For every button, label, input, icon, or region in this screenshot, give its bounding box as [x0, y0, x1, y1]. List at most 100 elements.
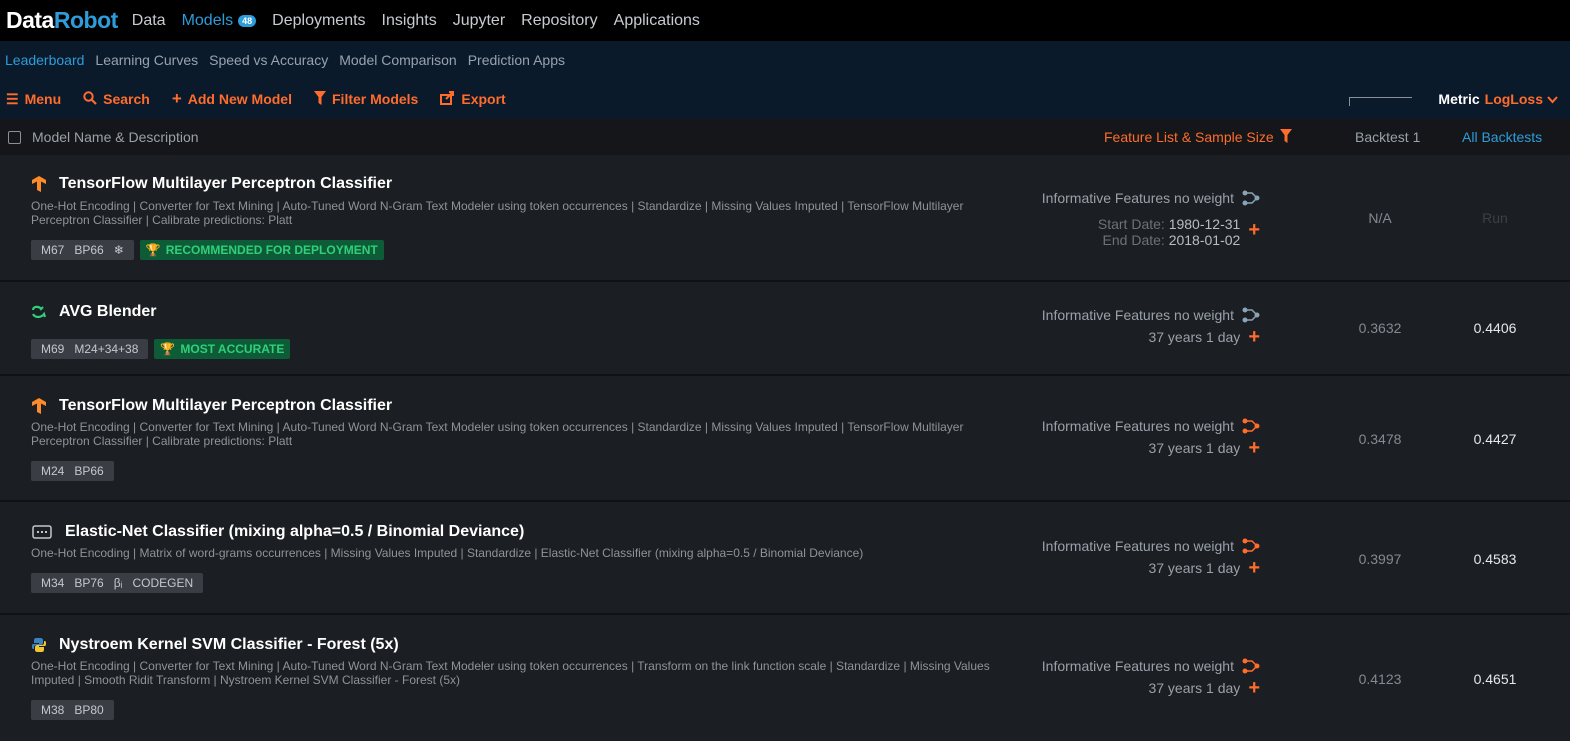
- trophy-icon: 🏆: [160, 342, 176, 356]
- blueprint-id-tag: BP66: [74, 464, 104, 478]
- coefficients-icon: βᵢ: [113, 576, 123, 590]
- feature-list-cell: Informative Features no weight 37 years …: [1041, 418, 1260, 458]
- model-tags: M67 BP66 ❄ 🏆 RECOMMENDED FOR DEPLOYMENT: [31, 240, 384, 260]
- feature-list-name: Informative Features no weight: [1041, 418, 1234, 434]
- blender-icon: [31, 304, 47, 320]
- column-model-name[interactable]: Model Name & Description: [32, 129, 199, 145]
- blended-models-tag: M24+34+38: [74, 342, 139, 356]
- add-new-model-label: Add New Model: [187, 91, 292, 107]
- column-feature-list[interactable]: Feature List & Sample Size: [1104, 128, 1292, 146]
- award-label: MOST ACCURATE: [180, 342, 285, 356]
- export-button[interactable]: Export: [440, 90, 506, 108]
- feature-list-icon[interactable]: [1242, 307, 1260, 323]
- export-label: Export: [461, 91, 506, 107]
- tensorflow-icon: [31, 398, 47, 414]
- run-all-backtests-button[interactable]: Run: [1455, 210, 1535, 226]
- leaderboard-header: Model Name & Description Feature List & …: [0, 119, 1570, 155]
- nav-repository[interactable]: Repository: [521, 12, 597, 30]
- metric-value: LogLoss: [1484, 91, 1543, 107]
- nav-deployments[interactable]: Deployments: [272, 12, 365, 30]
- model-title-text: Nystroem Kernel SVM Classifier - Forest …: [59, 636, 399, 653]
- filter-models-label: Filter Models: [332, 91, 419, 107]
- feature-list-icon[interactable]: [1242, 190, 1260, 206]
- feature-list-name: Informative Features no weight: [1041, 190, 1234, 206]
- top-navigation: DataRobot Data Models 48 Deployments Insi…: [0, 0, 1570, 41]
- model-description: One-Hot Encoding | Matrix of word-grams …: [31, 546, 864, 560]
- nav-data[interactable]: Data: [132, 12, 166, 30]
- sample-size: 37 years 1 day: [1148, 560, 1241, 576]
- backtest-1-score: 0.3997: [1358, 551, 1402, 567]
- datarobot-logo[interactable]: DataRobot: [6, 7, 118, 34]
- model-row[interactable]: Elastic-Net Classifier (mixing alpha=0.5…: [0, 502, 1570, 615]
- menu-button[interactable]: ☰ Menu: [6, 91, 61, 108]
- filter-models-button[interactable]: Filter Models: [314, 90, 419, 108]
- model-row[interactable]: Nystroem Kernel SVM Classifier - Forest …: [0, 615, 1570, 741]
- nav-insights[interactable]: Insights: [382, 12, 437, 30]
- nav-insights-label: Insights: [381, 11, 437, 29]
- nav-models[interactable]: Models 48: [182, 12, 257, 30]
- export-icon: [440, 90, 455, 108]
- model-tags: M69 M24+34+38 🏆 MOST ACCURATE: [31, 339, 291, 359]
- model-tags: M34 BP76 βᵢ CODEGEN: [31, 573, 204, 593]
- blueprint-id-tag: BP80: [74, 703, 104, 717]
- tab-speed-vs-accuracy[interactable]: Speed vs Accuracy: [209, 52, 328, 68]
- tab-model-comparison[interactable]: Model Comparison: [339, 52, 457, 68]
- trophy-icon: 🏆: [145, 243, 161, 257]
- award-label: RECOMMENDED FOR DEPLOYMENT: [165, 243, 378, 257]
- feature-list-icon[interactable]: [1242, 658, 1260, 674]
- nav-models-label: Models: [181, 11, 234, 29]
- elasticnet-icon: [31, 524, 53, 540]
- feature-list-icon[interactable]: [1242, 538, 1260, 554]
- feature-list-name: Informative Features no weight: [1041, 538, 1234, 554]
- model-title[interactable]: TensorFlow Multilayer Perceptron Classif…: [31, 175, 392, 193]
- model-id-tag-group: M69 M24+34+38: [31, 339, 149, 359]
- search-button[interactable]: Search: [83, 90, 150, 108]
- backtest-1-score: 0.4123: [1358, 671, 1402, 687]
- model-title[interactable]: TensorFlow Multilayer Perceptron Classif…: [31, 397, 392, 415]
- feature-list-cell: Informative Features no weight 37 years …: [1042, 658, 1260, 698]
- model-title[interactable]: Nystroem Kernel SVM Classifier - Forest …: [31, 636, 399, 654]
- feature-list-cell: Informative Features no weight 37 years …: [1042, 307, 1260, 347]
- add-sample-icon[interactable]: +: [1248, 438, 1260, 458]
- nav-jupyter[interactable]: Jupyter: [453, 12, 505, 30]
- tensorflow-icon: [31, 176, 47, 192]
- end-date-label: End Date:: [1102, 232, 1165, 248]
- model-tags: M24 BP66: [31, 461, 114, 481]
- tab-prediction-apps[interactable]: Prediction Apps: [468, 52, 565, 68]
- frozen-icon: ❄: [113, 243, 124, 257]
- add-sample-icon[interactable]: +: [1248, 220, 1260, 240]
- feature-list-icon[interactable]: [1242, 418, 1260, 434]
- model-description: One-Hot Encoding | Converter for Text Mi…: [31, 199, 964, 227]
- model-row[interactable]: TensorFlow Multilayer Perceptron Classif…: [0, 155, 1570, 282]
- model-title[interactable]: Elastic-Net Classifier (mixing alpha=0.5…: [31, 523, 524, 541]
- search-icon: [83, 90, 97, 108]
- model-title-text: TensorFlow Multilayer Perceptron Classif…: [59, 397, 393, 414]
- column-all-backtests[interactable]: All Backtests: [1462, 129, 1542, 145]
- add-new-model-button[interactable]: + Add New Model: [172, 89, 292, 109]
- tab-leaderboard[interactable]: Leaderboard: [5, 52, 84, 68]
- backtest-1-score: N/A: [1368, 210, 1392, 226]
- model-description: One-Hot Encoding | Converter for Text Mi…: [31, 420, 964, 448]
- column-backtest-1[interactable]: Backtest 1: [1355, 129, 1420, 145]
- sample-size: 37 years 1 day: [1148, 329, 1241, 345]
- model-row[interactable]: TensorFlow Multilayer Perceptron Classif…: [0, 376, 1570, 502]
- logo-text-data: Data: [6, 7, 54, 33]
- nav-applications[interactable]: Applications: [614, 12, 700, 30]
- chevron-down-icon: [1547, 91, 1558, 107]
- model-row[interactable]: AVG Blender M69 M24+34+38 🏆 MOST ACCURATE…: [0, 282, 1570, 376]
- select-all-checkbox[interactable]: [8, 130, 21, 144]
- model-title[interactable]: AVG Blender: [31, 303, 157, 321]
- python-icon: [31, 637, 47, 653]
- recommended-badge: 🏆 RECOMMENDED FOR DEPLOYMENT: [139, 240, 384, 260]
- add-sample-icon[interactable]: +: [1248, 327, 1260, 347]
- filter-icon[interactable]: [1279, 128, 1292, 146]
- add-sample-icon[interactable]: +: [1248, 678, 1260, 698]
- menu-label: Menu: [24, 91, 62, 107]
- model-title-text: TensorFlow Multilayer Perceptron Classif…: [59, 175, 393, 192]
- tab-learning-curves[interactable]: Learning Curves: [95, 52, 198, 68]
- metric-selector[interactable]: Metric LogLoss: [1438, 91, 1558, 107]
- model-id-tag-group: M34 BP76 βᵢ CODEGEN: [31, 573, 204, 593]
- logo-text-robot: Robot: [53, 7, 118, 33]
- zoom-slider[interactable]: [1349, 97, 1412, 106]
- add-sample-icon[interactable]: +: [1248, 558, 1260, 578]
